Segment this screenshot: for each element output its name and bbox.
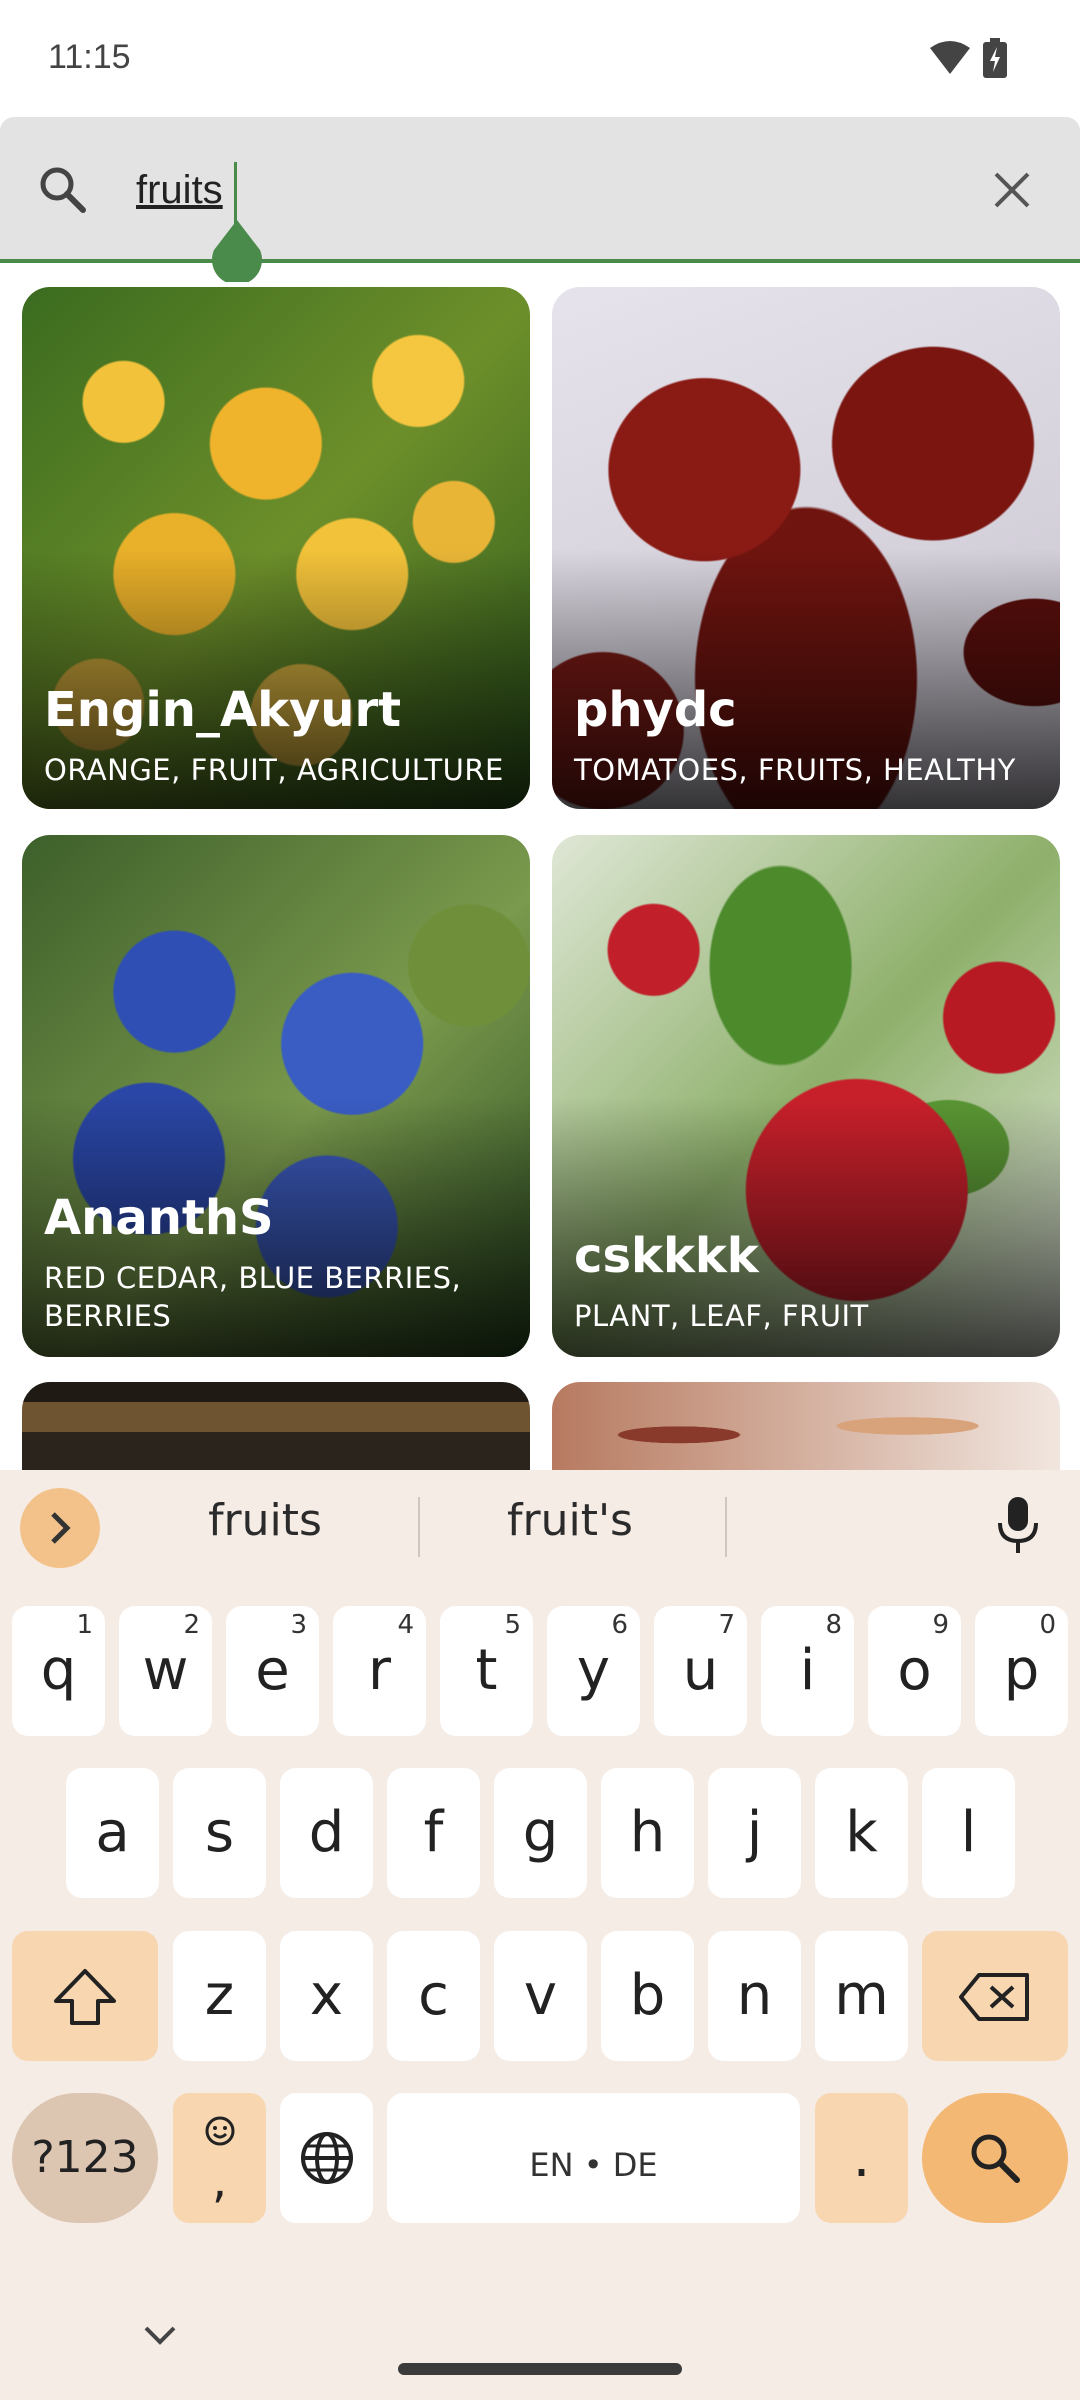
suggestions-expand-button[interactable] [20, 1488, 100, 1568]
status-bar: 11:15 [0, 0, 1080, 117]
key-b[interactable]: b [601, 1931, 694, 2061]
shift-key[interactable] [12, 1931, 158, 2061]
key-o[interactable]: o9 [868, 1606, 961, 1736]
result-image [22, 1382, 530, 1470]
key-l[interactable]: l [922, 1768, 1015, 1898]
text-cursor [234, 162, 237, 224]
cursor-handle[interactable] [210, 220, 264, 285]
key-h[interactable]: h [601, 1768, 694, 1898]
search-key[interactable] [922, 2093, 1068, 2223]
hide-keyboard-chevron-icon[interactable] [140, 2320, 180, 2355]
result-card[interactable]: cskkkk PLANT, LEAF, FRUIT [552, 835, 1060, 1357]
search-icon[interactable] [36, 163, 88, 220]
key-d[interactable]: d [280, 1768, 373, 1898]
key-m[interactable]: m [815, 1931, 908, 2061]
result-card[interactable] [552, 1382, 1060, 1470]
card-tags: TOMATOES, FRUITS, HEALTHY [574, 753, 1016, 787]
card-tags: RED CEDAR, BLUE BERRIES, BERRIES [44, 1261, 462, 1333]
shift-icon [54, 1969, 116, 2025]
key-q[interactable]: q1 [12, 1606, 105, 1736]
emoji-icon [205, 2116, 234, 2146]
card-tags: PLANT, LEAF, FRUIT [574, 1299, 869, 1333]
search-icon [971, 2134, 1020, 2183]
search-input[interactable] [136, 160, 936, 220]
result-card[interactable]: phydc TOMATOES, FRUITS, HEALTHY [552, 287, 1060, 809]
status-time: 11:15 [48, 38, 131, 76]
globe-icon [300, 2132, 353, 2184]
result-card[interactable]: Engin_Akyurt ORANGE, FRUIT, AGRICULTURE [22, 287, 530, 809]
result-card[interactable]: AnanthS RED CEDAR, BLUE BERRIES, BERRIES [22, 835, 530, 1357]
space-key[interactable]: EN • DE [387, 2093, 800, 2223]
result-image [552, 1382, 1060, 1470]
chevron-right-icon [51, 1512, 71, 1544]
key-p[interactable]: p0 [975, 1606, 1068, 1736]
card-author: AnanthS [44, 1190, 274, 1246]
battery-charging-icon [983, 38, 1007, 83]
key-v[interactable]: v [494, 1931, 587, 2061]
key-g[interactable]: g [494, 1768, 587, 1898]
key-x[interactable]: x [280, 1931, 373, 2061]
key-a[interactable]: a [66, 1768, 159, 1898]
key-i[interactable]: i8 [761, 1606, 854, 1736]
wifi-icon [928, 40, 972, 81]
symbols-key[interactable]: ?123 [12, 2093, 158, 2223]
search-underline [0, 259, 1080, 263]
key-w[interactable]: w2 [119, 1606, 212, 1736]
close-icon[interactable] [990, 168, 1034, 217]
microphone-icon[interactable] [996, 1495, 1040, 1560]
key-z[interactable]: z [173, 1931, 266, 2061]
emoji-comma-key[interactable]: , [173, 2093, 266, 2223]
card-author: phydc [574, 682, 737, 738]
result-card[interactable] [22, 1382, 530, 1470]
key-u[interactable]: u7 [654, 1606, 747, 1736]
key-t[interactable]: t5 [440, 1606, 533, 1736]
key-y[interactable]: y6 [547, 1606, 640, 1736]
key-r[interactable]: r4 [333, 1606, 426, 1736]
card-author: cskkkk [574, 1228, 759, 1284]
period-key[interactable]: . [815, 2093, 908, 2223]
home-indicator[interactable] [398, 2363, 682, 2375]
key-s[interactable]: s [173, 1768, 266, 1898]
key-n[interactable]: n [708, 1931, 801, 2061]
key-c[interactable]: c [387, 1931, 480, 2061]
backspace-icon [959, 1973, 1029, 2021]
backspace-key[interactable] [922, 1931, 1068, 2061]
key-e[interactable]: e3 [226, 1606, 319, 1736]
card-author: Engin_Akyurt [44, 682, 402, 738]
suggestion-2[interactable]: fruit's [470, 1495, 670, 1559]
language-key[interactable] [280, 2093, 373, 2223]
key-f[interactable]: f [387, 1768, 480, 1898]
key-k[interactable]: k [815, 1768, 908, 1898]
suggestion-1[interactable]: fruits [165, 1495, 365, 1559]
key-j[interactable]: j [708, 1768, 801, 1898]
card-tags: ORANGE, FRUIT, AGRICULTURE [44, 753, 504, 787]
